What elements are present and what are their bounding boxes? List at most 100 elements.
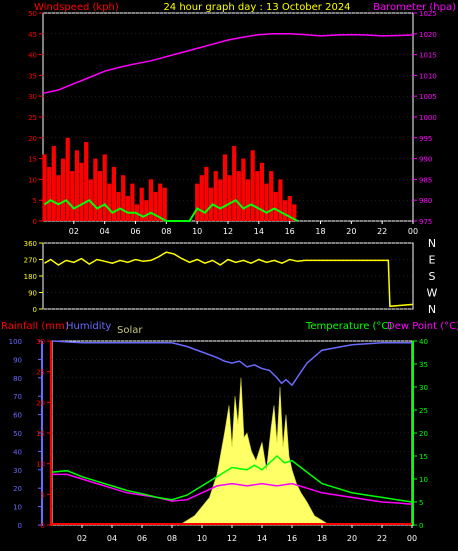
gust-bar bbox=[241, 158, 246, 221]
x-tick-label: 14 bbox=[257, 534, 267, 543]
barometer-ticks: 975 980 985 990 995 1000 1005 1010 1015 1020 1025 bbox=[413, 10, 437, 226]
gust-bar bbox=[125, 196, 130, 221]
tick-label: 180 bbox=[24, 273, 37, 281]
gust-bar bbox=[218, 179, 223, 221]
gust-bar bbox=[107, 183, 112, 221]
compass-label: E bbox=[429, 254, 436, 267]
temperature-panel: 0 10 20 30 40 50 60 70 80 90 100 0 5 10 15 20 25 30 0 5 10… bbox=[9, 338, 428, 543]
tick-label: 10 bbox=[36, 461, 45, 469]
tick-label: 40 bbox=[28, 52, 37, 60]
tick-label: 0 bbox=[419, 522, 423, 530]
tick-label: 25 bbox=[28, 114, 37, 122]
tick-label: 50 bbox=[28, 10, 37, 18]
gust-bar bbox=[250, 150, 255, 221]
x-tick-label: 02 bbox=[77, 534, 87, 543]
barometer-axis-title: Barometer (hpa) bbox=[373, 2, 456, 13]
gust-bar bbox=[130, 183, 135, 221]
gust-bar bbox=[278, 179, 283, 221]
x-tick-label: 12 bbox=[223, 227, 233, 236]
compass-label: N bbox=[428, 237, 436, 250]
tick-label: 1025 bbox=[419, 10, 437, 18]
x-tick-label: 12 bbox=[227, 534, 237, 543]
gust-bar bbox=[213, 171, 218, 221]
tick-label: 0 bbox=[41, 522, 45, 530]
tick-label: 1005 bbox=[419, 93, 437, 101]
gust-bar bbox=[259, 162, 264, 221]
tick-label: 10 bbox=[28, 176, 37, 184]
tick-label: 30 bbox=[13, 467, 22, 475]
windspeed-axis-title: Windspeed (kph) bbox=[34, 2, 119, 13]
gust-bar bbox=[84, 142, 89, 221]
compass-label: N bbox=[428, 303, 436, 316]
tick-label: 15 bbox=[419, 453, 428, 461]
time-ticks: 02 04 06 08 10 12 14 16 18 20 22 00 bbox=[69, 221, 418, 236]
tick-label: 20 bbox=[419, 430, 428, 438]
gust-bar bbox=[93, 158, 98, 221]
gust-bar bbox=[65, 137, 70, 221]
gust-bar bbox=[158, 183, 163, 221]
tick-label: 990 bbox=[419, 156, 432, 164]
tick-label: 45 bbox=[28, 31, 37, 39]
tick-label: 80 bbox=[13, 375, 22, 383]
tick-label: 1010 bbox=[419, 72, 437, 80]
gust-bar bbox=[195, 183, 200, 221]
x-tick-label: 06 bbox=[130, 227, 140, 236]
wind-direction-line bbox=[44, 251, 414, 308]
chart-title: 24 hour graph day : 13 October 2024 bbox=[163, 2, 350, 13]
gust-bar bbox=[269, 171, 274, 221]
tick-label: 985 bbox=[419, 176, 432, 184]
tick-label: 30 bbox=[28, 93, 37, 101]
tick-label: 5 bbox=[41, 491, 45, 499]
tick-label: 40 bbox=[13, 448, 22, 456]
gust-bar bbox=[47, 166, 52, 221]
gust-bar bbox=[255, 171, 260, 221]
rainfall-axis-title: Rainfall (mm) bbox=[1, 321, 69, 332]
x-tick-label: 14 bbox=[254, 227, 264, 236]
tick-label: 90 bbox=[28, 290, 37, 298]
gust-bar bbox=[102, 154, 107, 221]
weather-graph: Windspeed (kph) 24 hour graph day : 13 O… bbox=[1, 2, 458, 543]
gust-bar bbox=[60, 158, 66, 221]
x-tick-label: 18 bbox=[315, 227, 325, 236]
tick-label: 0 bbox=[18, 522, 22, 530]
tick-label: 10 bbox=[419, 476, 428, 484]
tick-label: 1000 bbox=[419, 114, 437, 122]
tick-label: 90 bbox=[13, 356, 22, 364]
x-tick-label: 10 bbox=[197, 534, 207, 543]
gust-bar bbox=[199, 175, 204, 221]
x-tick-label: 16 bbox=[287, 534, 297, 543]
compass-label: S bbox=[429, 270, 436, 283]
x-tick-label: 06 bbox=[137, 534, 147, 543]
gust-bar bbox=[42, 154, 47, 221]
x-tick-label: 08 bbox=[167, 534, 177, 543]
time-ticks-bottom: 02 04 06 08 10 12 14 16 18 20 22 00 bbox=[77, 525, 417, 543]
tick-label: 360 bbox=[24, 240, 37, 248]
tick-label: 0 bbox=[33, 218, 37, 226]
tick-label: 15 bbox=[28, 156, 37, 164]
humidity-axis-title: Humidity bbox=[66, 321, 111, 332]
x-tick-label: 16 bbox=[285, 227, 295, 236]
tick-label: 35 bbox=[419, 361, 428, 369]
gust-bar bbox=[97, 171, 103, 221]
x-tick-label: 10 bbox=[192, 227, 202, 236]
tick-label: 70 bbox=[13, 393, 22, 401]
tick-label: 30 bbox=[36, 338, 45, 346]
humidity-line bbox=[51, 340, 412, 387]
gust-bar bbox=[51, 146, 56, 221]
direction-compass-ticks: NWSEN bbox=[427, 237, 438, 316]
gust-bar bbox=[245, 179, 251, 221]
gust-bar bbox=[121, 175, 126, 221]
x-tick-label: 22 bbox=[377, 534, 387, 543]
tick-label: 1015 bbox=[419, 52, 437, 60]
gust-bar bbox=[116, 191, 121, 221]
tick-label: 270 bbox=[24, 257, 37, 265]
tick-label: 20 bbox=[28, 135, 37, 143]
wind-direction-panel: 090180270360 NWSEN bbox=[24, 237, 438, 316]
gust-bar bbox=[236, 171, 241, 221]
dewpoint-axis-title: Dew Point (°C) bbox=[387, 321, 458, 332]
tick-label: 975 bbox=[419, 218, 432, 226]
x-tick-label: 20 bbox=[347, 534, 357, 543]
gust-bar bbox=[144, 200, 149, 221]
gust-bar bbox=[70, 171, 75, 221]
tick-label: 5 bbox=[33, 197, 37, 205]
